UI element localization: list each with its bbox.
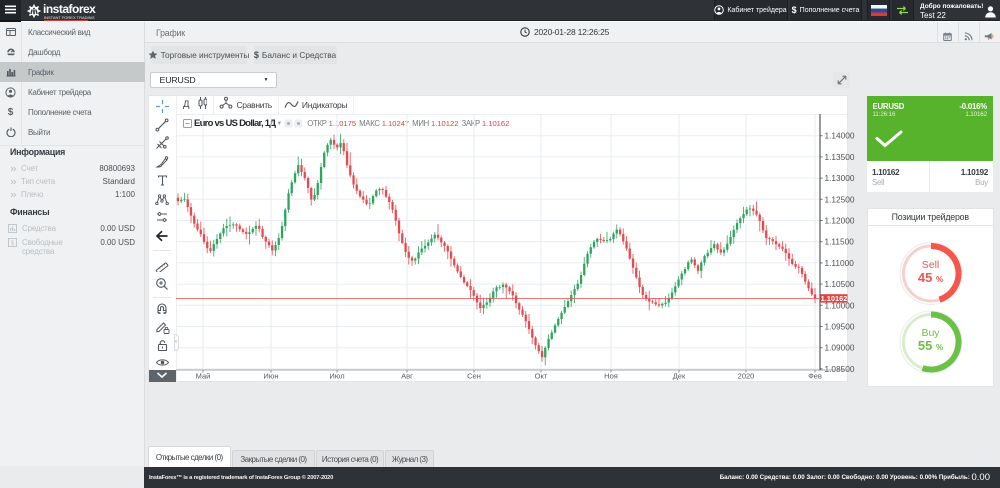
svg-text:1.10162: 1.10162 bbox=[821, 294, 848, 303]
svg-text:1.09000: 1.09000 bbox=[825, 343, 855, 353]
svg-text:1.14000: 1.14000 bbox=[825, 131, 855, 141]
svg-text:Июл: Июл bbox=[329, 372, 344, 381]
svg-text:Фев: Фев bbox=[808, 372, 822, 381]
svg-text:Авг: Авг bbox=[401, 372, 413, 381]
svg-text:1.13000: 1.13000 bbox=[825, 173, 855, 183]
svg-text:1.12500: 1.12500 bbox=[825, 194, 855, 204]
svg-text:1.13500: 1.13500 bbox=[825, 152, 855, 162]
svg-text:1.11000: 1.11000 bbox=[825, 258, 855, 268]
svg-text:1.11500: 1.11500 bbox=[825, 237, 855, 247]
svg-text:1.09500: 1.09500 bbox=[825, 322, 855, 332]
svg-text:2020: 2020 bbox=[738, 372, 755, 381]
svg-text:1.08500: 1.08500 bbox=[825, 364, 855, 374]
svg-text:Ноя: Ноя bbox=[604, 372, 618, 381]
svg-text:Май: Май bbox=[196, 372, 211, 381]
svg-text:Окт: Окт bbox=[535, 372, 548, 381]
svg-text:Сен: Сен bbox=[467, 372, 481, 381]
svg-text:Дек: Дек bbox=[673, 372, 686, 381]
svg-text:1.10500: 1.10500 bbox=[825, 279, 855, 289]
svg-text:Июн: Июн bbox=[263, 372, 278, 381]
svg-text:1.12000: 1.12000 bbox=[825, 216, 855, 226]
